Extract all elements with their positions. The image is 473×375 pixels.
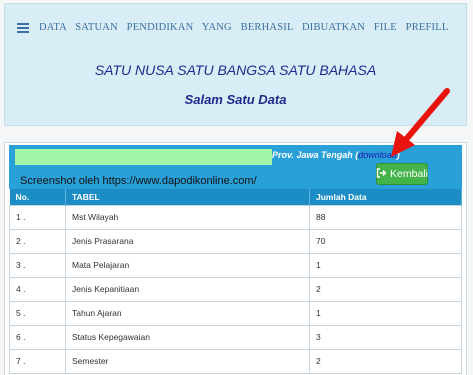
screenshot-watermark: Screenshot oleh https://www.dapodikonlin… xyxy=(20,175,257,187)
province-text: Prov. Jawa Tengah ( xyxy=(272,150,359,160)
row-number: 2 . xyxy=(9,228,66,254)
row-table-name: Jenis Prasarana xyxy=(65,228,310,254)
table-header-row: No. TABEL Jumlah Data xyxy=(9,189,462,205)
data-panel: Prov. Jawa Tengah (download) Screenshot … xyxy=(4,142,467,375)
table-row: 6 . Status Kepegawaian 3 xyxy=(9,324,462,350)
red-arrow-annotation xyxy=(391,88,450,157)
row-count: 1 xyxy=(309,252,462,278)
sign-out-icon xyxy=(376,167,387,181)
table-row: 7 . Semester 2 xyxy=(9,348,462,374)
panel-title: DATA SATUAN PENDIDIKAN YANG BERHASIL DIB… xyxy=(39,22,449,33)
row-count: 1 xyxy=(309,300,462,326)
row-count: 2 xyxy=(309,348,462,374)
row-table-name: Tahun Ajaran xyxy=(65,300,310,326)
list-icon xyxy=(17,22,29,33)
prefill-table: No. TABEL Jumlah Data 1 . Mst Wilayah 88… xyxy=(9,189,462,374)
row-table-name: Semester xyxy=(65,348,310,374)
row-count: 3 xyxy=(309,324,462,350)
column-header-tabel: TABEL xyxy=(65,189,310,205)
row-number: 6 . xyxy=(9,324,66,350)
row-table-name: Mata Pelajaran xyxy=(65,252,310,278)
table-row: 5 . Tahun Ajaran 1 xyxy=(9,300,462,326)
column-header-jumlah: Jumlah Data xyxy=(309,189,462,205)
row-count: 70 xyxy=(309,228,462,254)
row-number: 4 . xyxy=(9,276,66,302)
column-header-no: No. xyxy=(9,189,66,205)
back-button-label: Kembali xyxy=(390,168,428,180)
row-count: 88 xyxy=(309,204,462,230)
title-bar: DATA SATUAN PENDIDIKAN YANG BERHASIL DIB… xyxy=(17,22,448,33)
table-row: 2 . Jenis Prasarana 70 xyxy=(9,228,462,254)
table-row: 1 . Mst Wilayah 88 xyxy=(9,204,462,230)
table-row: 3 . Mata Pelajaran 1 xyxy=(9,252,462,278)
row-count: 2 xyxy=(309,276,462,302)
row-number: 3 . xyxy=(9,252,66,278)
row-table-name: Mst Wilayah xyxy=(65,204,310,230)
row-number: 7 . xyxy=(9,348,66,374)
row-table-name: Jenis Kepanitiaan xyxy=(65,276,310,302)
row-number: 5 . xyxy=(9,300,66,326)
province-label: Prov. Jawa Tengah (download) xyxy=(272,150,400,160)
row-table-name: Status Kepegawaian xyxy=(65,324,310,350)
table-row: 4 . Jenis Kepanitiaan 2 xyxy=(9,276,462,302)
slogan-text: SATU NUSA SATU BANGSA SATU BAHASA xyxy=(94,62,377,78)
redacted-school-name xyxy=(15,149,272,165)
back-button[interactable]: Kembali xyxy=(376,163,428,185)
row-number: 1 . xyxy=(9,204,66,230)
